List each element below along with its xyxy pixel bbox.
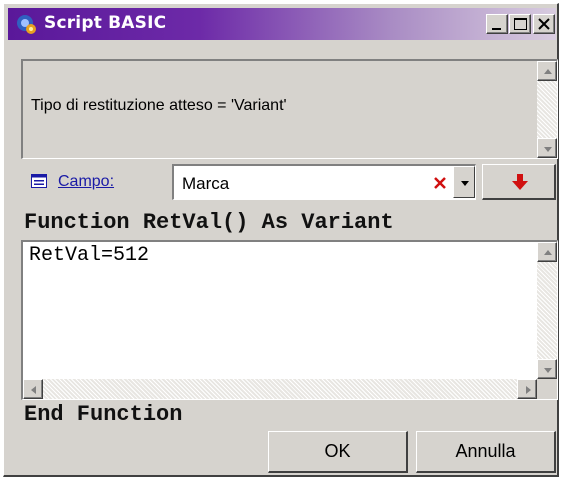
- right-arrow-icon: [526, 386, 531, 394]
- field-combobox[interactable]: Marca: [172, 164, 476, 200]
- close-button[interactable]: [533, 14, 555, 34]
- down-arrow-icon: [544, 368, 552, 373]
- message-scrollbar[interactable]: [537, 61, 557, 158]
- down-arrow-icon: [544, 147, 552, 152]
- close-icon: [538, 18, 550, 30]
- message-panel: Tipo di restituzione atteso = 'Variant': [21, 59, 558, 159]
- code-scroll-right-button[interactable]: [517, 379, 537, 399]
- field-value: Marca: [182, 174, 230, 193]
- minimize-icon: [492, 28, 501, 30]
- left-arrow-icon: [31, 386, 36, 394]
- scrollbar-corner: [537, 379, 557, 399]
- field-label-link[interactable]: Campo:: [58, 173, 114, 191]
- code-vertical-scrollbar[interactable]: [537, 242, 557, 379]
- field-list-icon: [31, 174, 47, 188]
- code-scroll-up-button[interactable]: [537, 242, 557, 262]
- up-arrow-icon: [544, 69, 552, 74]
- red-x-icon[interactable]: [431, 174, 449, 192]
- combo-dropdown-button[interactable]: [453, 166, 475, 198]
- function-header: Function RetVal() As Variant: [24, 210, 394, 235]
- function-footer: End Function: [24, 402, 183, 427]
- app-icon: [17, 15, 36, 34]
- code-scroll-left-button[interactable]: [23, 379, 43, 399]
- code-scroll-down-button[interactable]: [537, 359, 557, 379]
- code-horizontal-scrollbar[interactable]: [23, 379, 537, 399]
- maximize-button[interactable]: [509, 14, 531, 34]
- title-bar[interactable]: Script BASIC: [8, 8, 556, 40]
- ok-button[interactable]: OK: [268, 431, 408, 473]
- red-down-arrow-icon: [512, 174, 528, 190]
- up-arrow-icon: [544, 250, 552, 255]
- minimize-button[interactable]: [486, 14, 508, 34]
- cancel-button[interactable]: Annulla: [416, 431, 556, 473]
- window-title: Script BASIC: [44, 13, 167, 33]
- dialog-window: Script BASIC Tipo di restituzione atteso…: [3, 3, 559, 477]
- scroll-down-button[interactable]: [537, 138, 557, 158]
- code-editor[interactable]: RetVal=512: [21, 240, 558, 400]
- maximize-icon: [514, 18, 527, 30]
- message-text: Tipo di restituzione atteso = 'Variant': [31, 97, 287, 114]
- chevron-down-icon: [461, 181, 469, 186]
- code-body: RetVal=512: [29, 244, 150, 267]
- scroll-up-button[interactable]: [537, 61, 557, 81]
- insert-field-button[interactable]: [482, 164, 556, 200]
